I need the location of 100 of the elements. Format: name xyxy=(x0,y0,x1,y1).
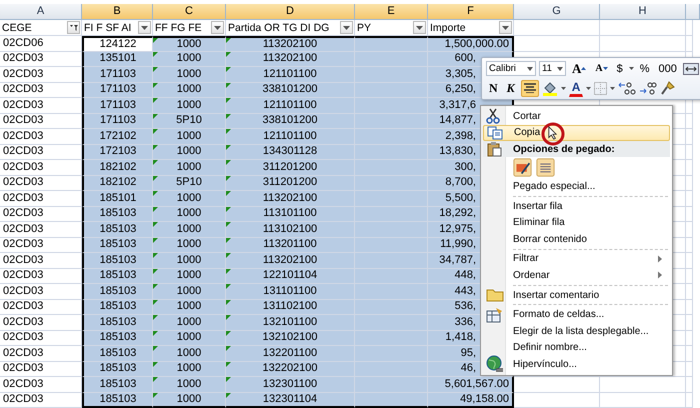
filter-dropdown-button[interactable] xyxy=(413,21,426,34)
column-header[interactable]: G xyxy=(514,4,600,20)
cege-cell: 02CD03 xyxy=(3,145,44,158)
filter-dropdown-button[interactable] xyxy=(499,21,512,34)
importe-cell: 5,500, xyxy=(445,192,476,205)
fi-cell: 185103 xyxy=(100,392,136,406)
importe-header: Importe xyxy=(430,22,466,34)
menu-item[interactable]: Formato de celdas... xyxy=(483,306,670,323)
column-header[interactable]: E xyxy=(355,4,428,20)
cege-cell: 02CD03 xyxy=(3,176,44,190)
column-header[interactable]: B xyxy=(82,4,153,20)
format-button[interactable]: % xyxy=(636,60,653,78)
error-indicator-icon xyxy=(226,300,231,304)
caret-icon xyxy=(502,26,509,30)
partida-cell: 132202100 xyxy=(262,362,318,376)
merge-center-icon[interactable] xyxy=(682,62,699,75)
cege-cell: 02CD03 xyxy=(3,98,44,112)
error-indicator-icon xyxy=(226,38,231,43)
filter-applied-button[interactable] xyxy=(67,21,80,34)
ff-cell: 1000 xyxy=(176,316,202,329)
grow-font-button[interactable]: A xyxy=(569,60,590,78)
cege-cell: 02CD03 xyxy=(3,114,44,128)
menu-section-header: Opciones de pegado: xyxy=(513,144,615,155)
partida-cell: 338101200 xyxy=(262,114,318,128)
increase-decimals-icon[interactable] xyxy=(618,81,636,96)
fi-cell: 185103 xyxy=(100,207,136,220)
importe-cell: 34,787, xyxy=(439,254,476,267)
column-header[interactable]: A xyxy=(0,4,82,20)
error-indicator-icon xyxy=(153,346,158,351)
column-header[interactable]: F xyxy=(428,4,514,20)
column-header[interactable]: C xyxy=(153,4,226,20)
menu-item[interactable]: Borrar contenido xyxy=(483,230,670,248)
error-indicator-icon xyxy=(226,238,231,242)
fi-cell: 182102 xyxy=(100,160,136,174)
fill-color-icon[interactable] xyxy=(542,80,558,96)
shrink-font-button[interactable]: A xyxy=(592,60,611,78)
error-indicator-icon xyxy=(153,67,158,72)
menu-item[interactable]: Eliminar fila xyxy=(483,214,670,231)
error-indicator-icon xyxy=(153,82,158,88)
down-arrow-icon xyxy=(602,67,608,70)
italic-button[interactable]: K xyxy=(504,80,518,97)
caret-icon[interactable] xyxy=(610,86,616,90)
menu-item[interactable]: Definir nombre... xyxy=(483,340,670,356)
menu-item[interactable]: Insertar fila xyxy=(483,198,670,214)
ff-cell: 1000 xyxy=(176,192,202,205)
cege-cell: 02CD03 xyxy=(3,284,44,298)
fi-cell: 172102 xyxy=(100,130,136,143)
ff-cell: 1000 xyxy=(176,378,202,391)
font-color-button[interactable]: A xyxy=(568,80,584,97)
format-painter-icon[interactable] xyxy=(660,80,676,96)
bold-button[interactable]: N xyxy=(486,80,501,97)
error-indicator-icon xyxy=(153,315,158,320)
error-indicator-icon xyxy=(153,284,158,289)
partida-cell: 113101100 xyxy=(263,207,317,220)
importe-cell: 3,317,6 xyxy=(439,98,476,112)
cege-cell: 02CD03 xyxy=(3,222,44,236)
center-align-button[interactable] xyxy=(520,80,539,97)
paste-formatting-icon[interactable] xyxy=(513,158,532,178)
ff-cell: 1000 xyxy=(176,160,202,174)
format-button[interactable]: 000 xyxy=(656,60,680,78)
caret-icon[interactable] xyxy=(560,86,566,90)
importe-cell: 11,990, xyxy=(440,238,476,252)
filter-dropdown-button[interactable] xyxy=(211,21,224,34)
partida-cell: 113202100 xyxy=(262,38,318,51)
menu-item[interactable]: Ordenar xyxy=(483,267,670,284)
column-header[interactable]: H xyxy=(600,4,686,20)
importe-cell: 3,305, xyxy=(445,68,476,81)
menu-item[interactable]: Cortar xyxy=(483,108,670,125)
menu-item[interactable]: Filtrar xyxy=(483,250,670,268)
partida-cell: 121101100 xyxy=(263,130,317,143)
menu-item[interactable]: Elegir de la lista desplegable... xyxy=(483,322,670,340)
cege-cell: 02CD03 xyxy=(3,300,44,314)
error-indicator-icon xyxy=(226,98,231,103)
filter-dropdown-button[interactable] xyxy=(340,21,353,34)
caret-icon xyxy=(214,26,221,30)
error-indicator-icon xyxy=(153,377,158,382)
scissors-icon xyxy=(486,108,500,124)
filter-dropdown-button[interactable] xyxy=(138,21,151,34)
decrease-decimals-icon[interactable] xyxy=(639,81,658,96)
menu-item[interactable]: Hipervínculo... xyxy=(483,356,670,373)
ff-cell: 1000 xyxy=(176,300,202,314)
paste-values-icon[interactable] xyxy=(536,158,555,178)
ff-cell: 1000 xyxy=(176,331,202,344)
menu-item[interactable]: Copia xyxy=(483,124,670,142)
ff-cell: 1000 xyxy=(176,269,202,282)
active-cell: 124122 xyxy=(100,38,136,51)
menu-item[interactable]: Pegado especial... xyxy=(483,178,670,195)
cege-cell: 02CD03 xyxy=(3,207,44,220)
menu-item[interactable]: Insertar comentario xyxy=(483,286,670,304)
importe-cell: 46, xyxy=(460,362,476,376)
cege-cell: 02CD03 xyxy=(3,316,44,329)
caret-icon[interactable] xyxy=(586,86,592,90)
format-button[interactable]: $ xyxy=(614,60,626,78)
filter-icon xyxy=(68,24,78,32)
borders-icon[interactable] xyxy=(594,82,608,95)
font-combo-box[interactable]: Calibri xyxy=(486,61,536,76)
ff-cell: 1000 xyxy=(176,238,202,252)
font-combo-box[interactable]: 11 xyxy=(539,61,566,76)
importe-cell: 49,158.00 xyxy=(460,392,509,406)
column-header[interactable]: D xyxy=(226,4,355,20)
